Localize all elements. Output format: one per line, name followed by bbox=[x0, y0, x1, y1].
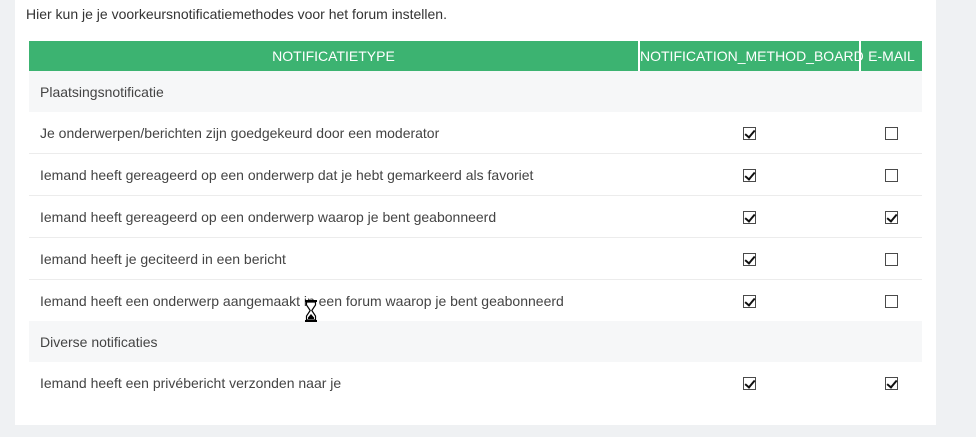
email-checkbox[interactable] bbox=[884, 127, 898, 141]
section-title: Diverse notificaties bbox=[29, 321, 922, 362]
email-cell bbox=[860, 237, 922, 280]
column-header-board: NOTIFICATION_METHOD_BOARD bbox=[639, 41, 864, 71]
table-body: Plaatsingsnotificatie Je onderwerpen/beri… bbox=[29, 71, 922, 403]
table-row: Je onderwerpen/berichten zijn goedgekeur… bbox=[29, 112, 922, 154]
board-cell bbox=[639, 362, 860, 403]
board-checkbox[interactable] bbox=[743, 295, 756, 309]
email-cell bbox=[860, 112, 922, 154]
notification-type-label: Iemand heeft gereageerd op een onderwerp… bbox=[29, 153, 639, 196]
intro-text: Hier kun je je voorkeursnotificatiemetho… bbox=[26, 6, 447, 22]
section-row: Plaatsingsnotificatie bbox=[29, 71, 922, 112]
table-row: Iemand heeft gereageerd op een onderwerp… bbox=[29, 195, 922, 238]
hourglass-cursor-icon bbox=[305, 300, 317, 322]
section-title: Plaatsingsnotificatie bbox=[29, 71, 922, 112]
board-cell bbox=[639, 280, 860, 322]
email-checkbox[interactable] bbox=[884, 295, 898, 309]
table-row: Iemand heeft een privébericht verzonden … bbox=[29, 362, 922, 403]
table-row: Iemand heeft gereageerd op een onderwerp… bbox=[29, 153, 922, 196]
email-cell bbox=[860, 362, 922, 403]
notification-table: NOTIFICATIETYPE NOTIFICATION_METHOD_BOAR… bbox=[29, 41, 922, 403]
email-checkbox[interactable] bbox=[884, 377, 898, 391]
email-cell bbox=[860, 280, 922, 322]
table-row: Iemand heeft een onderwerp aangemaakt in… bbox=[29, 280, 922, 322]
email-checkbox[interactable] bbox=[884, 169, 898, 183]
notification-preferences-panel: Hier kun je je voorkeursnotificatiemetho… bbox=[15, 0, 936, 425]
notification-type-label: Iemand heeft gereageerd op een onderwerp… bbox=[29, 195, 639, 238]
column-header-email: E-MAIL bbox=[860, 41, 922, 71]
email-checkbox[interactable] bbox=[884, 253, 898, 267]
notification-type-label: Iemand heeft een onderwerp aangemaakt in… bbox=[40, 292, 564, 309]
board-checkbox[interactable] bbox=[743, 253, 756, 267]
section-row: Diverse notificaties bbox=[29, 321, 922, 362]
board-checkbox[interactable] bbox=[743, 127, 756, 141]
notification-type-label: Iemand heeft je geciteerd in een bericht bbox=[29, 237, 639, 280]
email-checkbox[interactable] bbox=[884, 211, 898, 225]
board-cell bbox=[639, 153, 860, 196]
board-cell bbox=[639, 112, 860, 154]
table-row: Iemand heeft je geciteerd in een bericht bbox=[29, 237, 922, 280]
table-header-row: NOTIFICATIETYPE NOTIFICATION_METHOD_BOAR… bbox=[29, 41, 922, 71]
notification-type-label: Iemand heeft een privébericht verzonden … bbox=[40, 374, 342, 391]
notification-type-label: Je onderwerpen/berichten zijn goedgekeur… bbox=[29, 112, 639, 154]
board-cell bbox=[639, 195, 860, 238]
email-cell bbox=[860, 195, 922, 238]
email-cell bbox=[860, 153, 922, 196]
board-checkbox[interactable] bbox=[743, 169, 756, 183]
board-checkbox[interactable] bbox=[743, 377, 756, 391]
column-header-type: NOTIFICATIETYPE bbox=[29, 41, 640, 71]
board-cell bbox=[639, 237, 860, 280]
board-checkbox[interactable] bbox=[743, 211, 756, 225]
